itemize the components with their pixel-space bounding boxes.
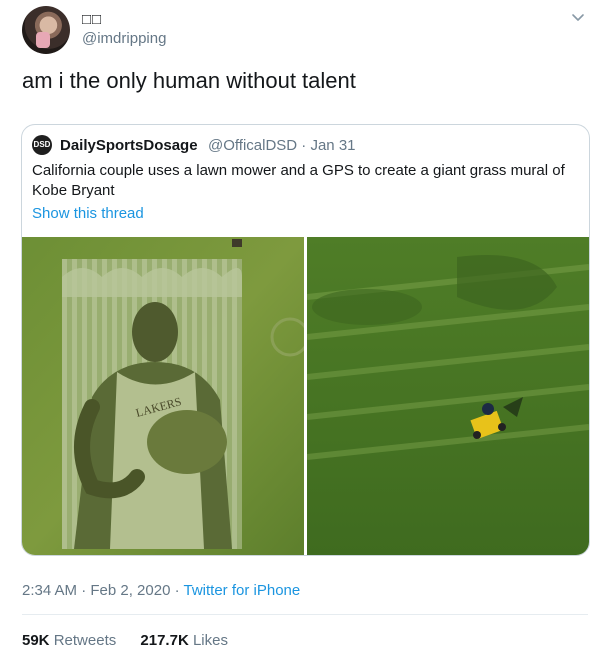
likes-label: Likes (192, 632, 228, 649)
grass-mural-image: LAKERS (22, 237, 304, 555)
divider (22, 614, 588, 615)
tweet-timestamp: 2:34 AM · Feb 2, 2020 · Twitter for iPho… (22, 582, 300, 599)
avatar-hand-detail (36, 32, 50, 48)
tweet-source-link[interactable]: Twitter for iPhone (184, 582, 301, 599)
chevron-down-icon[interactable] (570, 10, 586, 26)
likes-count: 217.7K (140, 632, 189, 649)
display-name[interactable]: □□ (82, 11, 102, 28)
likes-stat[interactable]: 217.7K Likes (140, 632, 228, 649)
engagement-stats: 59K Retweets 217.7K Likes (22, 632, 248, 649)
lawn-mower-image (307, 237, 589, 555)
tweet-container: □□ @imdripping am i the only human witho… (0, 0, 616, 667)
avatar[interactable] (22, 6, 70, 54)
timestamp-text[interactable]: 2:34 AM · Feb 2, 2020 (22, 582, 170, 599)
meta-separator: · (170, 582, 184, 599)
quoted-handle-date[interactable]: @OfficalDSD · Jan 31 (208, 137, 356, 154)
retweets-stat[interactable]: 59K Retweets (22, 632, 116, 649)
user-handle[interactable]: @imdripping (82, 30, 166, 47)
quoted-text: California couple uses a lawn mower and … (32, 162, 565, 199)
retweets-label: Retweets (53, 632, 117, 649)
quoted-media[interactable]: LAKERS (22, 237, 589, 555)
tweet-text: am i the only human without talent (22, 68, 356, 93)
quoted-avatar[interactable]: DSD (32, 135, 52, 155)
lawn-mower-photo[interactable] (307, 237, 589, 555)
quoted-tweet[interactable]: DSD DailySportsDosage @OfficalDSD · Jan … (21, 124, 590, 556)
grass-mural-photo[interactable]: LAKERS (22, 237, 304, 555)
show-thread-link[interactable]: Show this thread (32, 205, 144, 222)
quoted-display-name[interactable]: DailySportsDosage (60, 137, 198, 154)
retweets-count: 59K (22, 632, 50, 649)
